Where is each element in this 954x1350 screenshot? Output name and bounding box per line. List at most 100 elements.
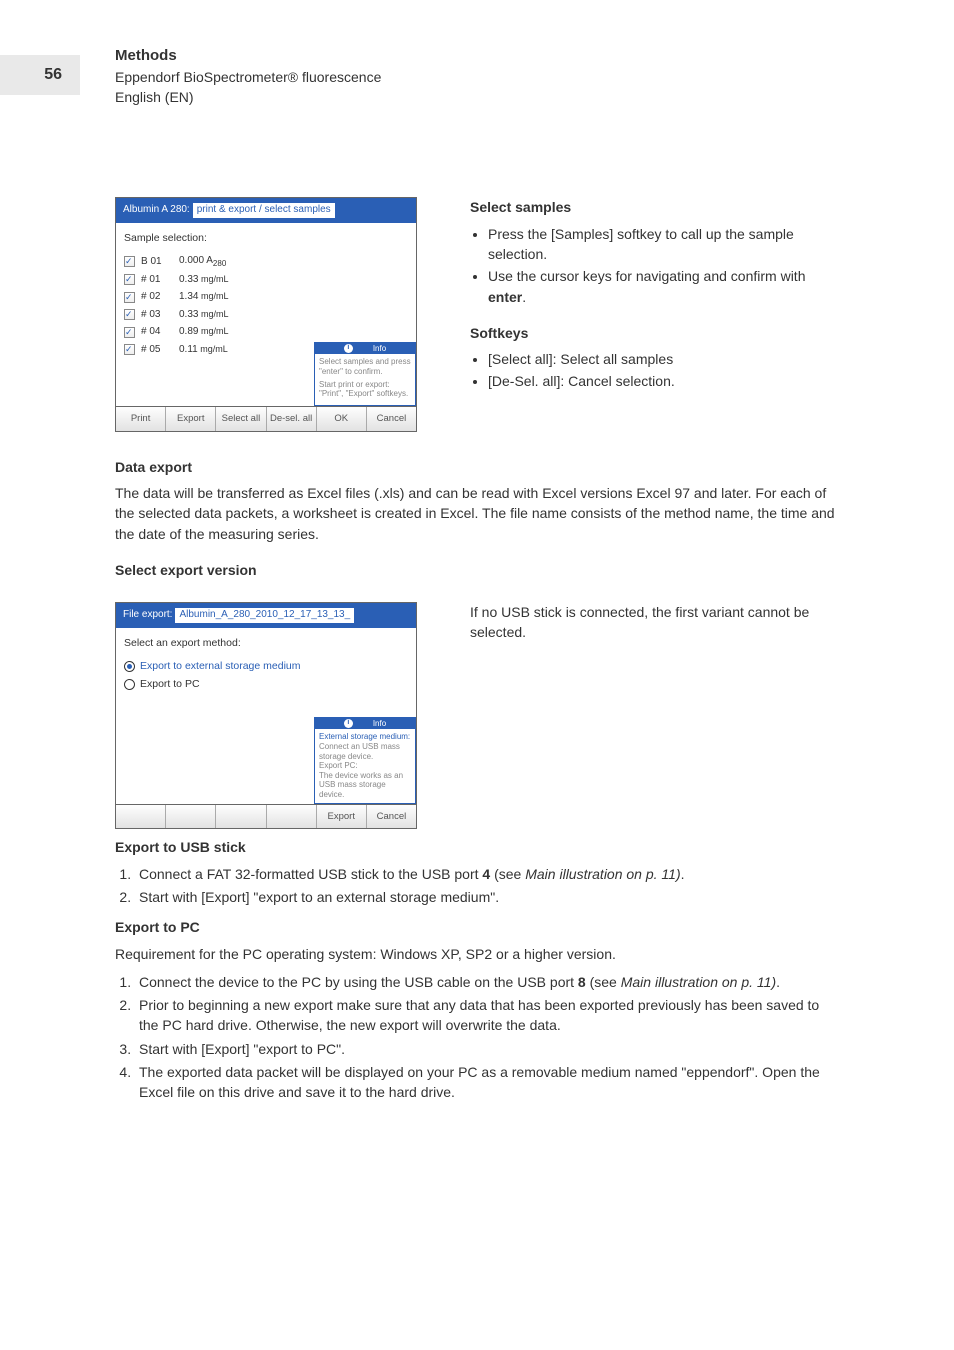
select-all-softkey[interactable]: Select all: [216, 407, 266, 431]
info-header: i Info: [315, 343, 415, 355]
info-line-1: Select samples and press "enter" to conf…: [319, 357, 411, 376]
sample-value: 0.33 mg/mL: [179, 308, 228, 323]
cancel-softkey[interactable]: Cancel: [367, 805, 416, 829]
list-item: [De-Sel. all]: Cancel selection.: [488, 371, 839, 391]
checkbox-icon: [124, 327, 135, 338]
list-item: Connect the device to the PC by using th…: [135, 972, 839, 992]
sample-id: # 04: [141, 325, 173, 340]
checkbox-icon: [124, 344, 135, 355]
cancel-softkey[interactable]: Cancel: [367, 407, 416, 431]
empty-softkey: .: [116, 805, 166, 829]
heading-export-usb: Export to USB stick: [115, 837, 839, 857]
info-title: Info: [373, 719, 386, 729]
data-export-paragraph: The data will be transferred as Excel fi…: [115, 483, 839, 544]
screen2-subtitle: Select an export method:: [124, 636, 408, 651]
radio-export-external[interactable]: Export to external storage medium: [124, 659, 408, 674]
sample-row[interactable]: # 03 0.33 mg/mL: [124, 308, 408, 323]
list-item: Press the [Samples] softkey to call up t…: [488, 224, 839, 265]
export-usb-steps: Connect a FAT 32-formatted USB stick to …: [115, 864, 839, 908]
list-item: [Select all]: Select all samples: [488, 349, 839, 369]
header-language: English (EN): [115, 87, 839, 107]
export-softkey[interactable]: Export: [166, 407, 216, 431]
info-line: Connect an USB mass storage device.: [319, 742, 411, 761]
list-item: Start with [Export] "export to an extern…: [135, 887, 839, 907]
de-sel-all-softkey[interactable]: De-sel. all: [267, 407, 317, 431]
export-version-text: If no USB stick is connected, the first …: [470, 602, 839, 829]
sample-value: 0.33 mg/mL: [179, 273, 228, 288]
page: 56 Methods Eppendorf BioSpectrometer® fl…: [0, 0, 954, 1350]
select-samples-list: Press the [Samples] softkey to call up t…: [470, 224, 839, 307]
select-samples-text: Select samples Press the [Samples] softk…: [470, 197, 839, 431]
sample-id: # 03: [141, 308, 173, 323]
export-softkey[interactable]: Export: [317, 805, 367, 829]
heading-select-export-version: Select export version: [115, 560, 839, 580]
checkbox-icon: [124, 256, 135, 267]
screen1-header: Albumin A 280: print & export / select s…: [116, 198, 416, 223]
export-pc-steps: Connect the device to the PC by using th…: [115, 972, 839, 1103]
list-item: The exported data packet will be display…: [135, 1062, 839, 1103]
info-icon: i: [344, 719, 353, 728]
checkbox-icon: [124, 292, 135, 303]
export-note: If no USB stick is connected, the first …: [470, 602, 839, 643]
info-icon: i: [344, 344, 353, 353]
header-title: Methods: [115, 45, 839, 67]
sample-value: 0.11 mg/mL: [179, 343, 228, 358]
radio-icon: [124, 679, 135, 690]
softkeys-list: [Select all]: Select all samples [De-Sel…: [470, 349, 839, 392]
sample-row[interactable]: B 01 0.000 A280: [124, 254, 408, 270]
heading-softkeys: Softkeys: [470, 323, 839, 343]
checkbox-icon: [124, 274, 135, 285]
screen1-info-box: i Info Select samples and press "enter" …: [314, 342, 416, 406]
screen1-header-path: print & export / select samples: [193, 203, 335, 218]
device-screenshot-2: File export: Albumin_A_280_2010_12_17_13…: [115, 602, 415, 829]
radio-icon: [124, 661, 135, 672]
empty-softkey: .: [267, 805, 317, 829]
radio-export-pc[interactable]: Export to PC: [124, 677, 408, 692]
heading-select-samples: Select samples: [470, 197, 839, 217]
screen2-info-box: i Info External storage medium: Connect …: [314, 717, 416, 804]
page-number: 56: [0, 55, 80, 95]
screen1-subtitle: Sample selection:: [124, 231, 408, 246]
list-item: Start with [Export] "export to PC".: [135, 1039, 839, 1059]
list-item: Prior to beginning a new export make sur…: [135, 995, 839, 1036]
device-screenshot-1: Albumin A 280: print & export / select s…: [115, 197, 415, 431]
list-item: Use the cursor keys for navigating and c…: [488, 266, 839, 307]
radio-label: Export to PC: [140, 677, 200, 692]
screen2-header-main: File export:: [123, 608, 172, 623]
info-header: i Info: [315, 718, 415, 730]
block-export-version: File export: Albumin_A_280_2010_12_17_13…: [115, 602, 839, 829]
screen2-header-path: Albumin_A_280_2010_12_17_13_13_: [175, 608, 354, 623]
empty-softkey: .: [166, 805, 216, 829]
export-pc-requirement: Requirement for the PC operating system:…: [115, 944, 839, 964]
screen1-header-main: Albumin A 280:: [123, 203, 190, 218]
info-title: Info: [373, 344, 386, 354]
info-line: External storage medium:: [319, 732, 411, 742]
heading-data-export: Data export: [115, 457, 839, 477]
info-line: The device works as an USB mass storage …: [319, 771, 411, 800]
info-line: Export PC:: [319, 761, 411, 771]
sample-id: # 05: [141, 343, 173, 358]
sample-row[interactable]: # 02 1.34 mg/mL: [124, 290, 408, 305]
heading-export-pc: Export to PC: [115, 917, 839, 937]
sample-row[interactable]: # 01 0.33 mg/mL: [124, 273, 408, 288]
sample-row[interactable]: # 04 0.89 mg/mL: [124, 325, 408, 340]
empty-softkey: .: [216, 805, 266, 829]
screen2-softkeys: ....ExportCancel: [116, 804, 416, 829]
header-product: Eppendorf BioSpectrometer® fluorescence: [115, 67, 839, 87]
screen1-softkeys: PrintExportSelect allDe-sel. allOKCancel: [116, 406, 416, 431]
sample-id: B 01: [141, 255, 173, 270]
list-item: Connect a FAT 32-formatted USB stick to …: [135, 864, 839, 884]
page-header: Methods Eppendorf BioSpectrometer® fluor…: [115, 45, 839, 107]
sample-id: # 01: [141, 273, 173, 288]
print-softkey[interactable]: Print: [116, 407, 166, 431]
sample-value: 0.000 A280: [179, 254, 226, 270]
block-select-samples: Albumin A 280: print & export / select s…: [115, 197, 839, 431]
sample-value: 1.34 mg/mL: [179, 290, 228, 305]
sample-value: 0.89 mg/mL: [179, 325, 228, 340]
ok-softkey[interactable]: OK: [317, 407, 367, 431]
checkbox-icon: [124, 309, 135, 320]
radio-label: Export to external storage medium: [140, 659, 301, 674]
screen2-header: File export: Albumin_A_280_2010_12_17_13…: [116, 603, 416, 628]
info-line-2: Start print or export: "Print", "Export"…: [319, 380, 411, 399]
sample-id: # 02: [141, 290, 173, 305]
